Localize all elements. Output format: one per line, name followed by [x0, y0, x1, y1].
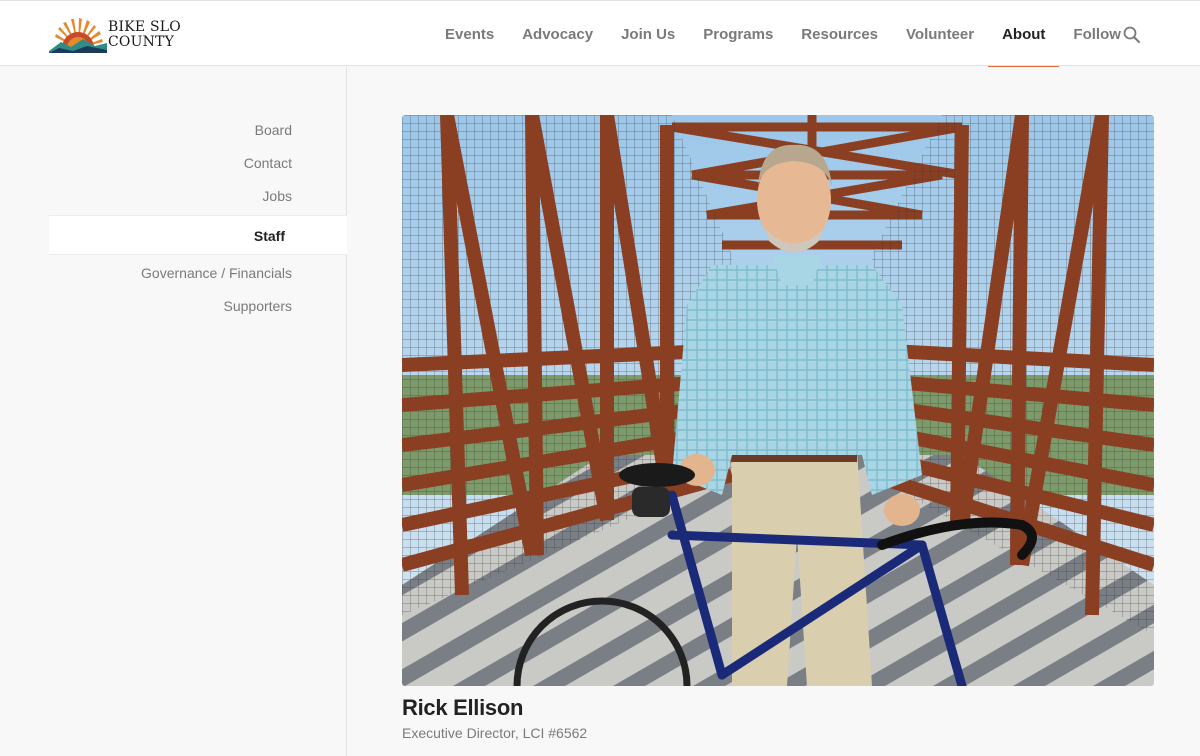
search-button[interactable] [1122, 25, 1142, 45]
subnav-item-governance-financials[interactable]: Governance / Financials [49, 257, 347, 290]
subnav-item-supporters[interactable]: Supporters [49, 290, 347, 323]
nav-item-volunteer[interactable]: Volunteer [892, 1, 988, 67]
logo-line-1: BIKE SLO [108, 19, 181, 35]
nav-item-join-us[interactable]: Join Us [607, 1, 689, 67]
staff-name: Rick Ellison [402, 695, 524, 720]
subnav-item-staff[interactable]: Staff [49, 215, 347, 255]
nav-item-events[interactable]: Events [431, 1, 508, 67]
subnav-list: Board Contact Jobs Staff Governance / Fi… [49, 114, 347, 323]
main-content: Rick Ellison Executive Director, LCI #65… [348, 67, 1200, 756]
subnav-item-jobs[interactable]: Jobs [49, 180, 347, 213]
staff-title: Executive Director, LCI #6562 [402, 725, 588, 741]
nav-item-about[interactable]: About [988, 1, 1060, 68]
logo-line-2: COUNTY [108, 34, 175, 50]
main-nav: Events Advocacy Join Us Programs Resourc… [431, 1, 1135, 68]
nav-item-programs[interactable]: Programs [689, 1, 787, 67]
nav-item-advocacy[interactable]: Advocacy [508, 1, 607, 67]
search-icon [1123, 26, 1140, 43]
subnav-item-contact[interactable]: Contact [49, 147, 347, 180]
subnav-item-board[interactable]: Board [49, 114, 347, 147]
staff-photo [402, 115, 1154, 686]
site-header: BIKE SLO COUNTY Events Advocacy Join Us … [0, 0, 1200, 68]
staff-photo-illustration [402, 115, 1154, 686]
site-logo[interactable]: BIKE SLO COUNTY [49, 17, 189, 53]
nav-item-resources[interactable]: Resources [787, 1, 892, 67]
logo-wordmark: BIKE SLO COUNTY [108, 20, 181, 50]
about-subnav: Board Contact Jobs Staff Governance / Fi… [0, 67, 347, 756]
sun-mountain-logo-icon [49, 18, 107, 53]
